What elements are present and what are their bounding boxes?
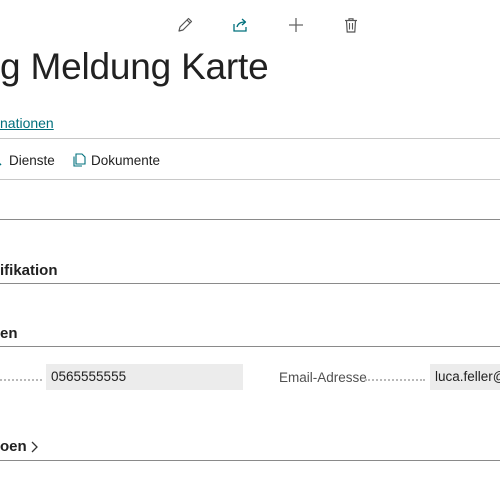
dokumente-label: Dokumente <box>91 152 161 168</box>
share-button[interactable] <box>229 14 251 36</box>
section-divider <box>0 219 500 220</box>
edit-button[interactable] <box>174 14 196 36</box>
dokumente-action[interactable]: Dokumente <box>73 150 160 170</box>
share-icon <box>233 18 247 32</box>
divider <box>0 179 500 180</box>
section-divider <box>0 346 500 347</box>
email-field[interactable]: luca.feller@ <box>430 364 500 390</box>
chevron-right-icon <box>31 441 38 452</box>
new-button[interactable] <box>285 14 307 36</box>
section-divider <box>0 283 500 284</box>
field-leader-dots <box>365 377 425 381</box>
information-link[interactable]: nationen <box>0 115 54 131</box>
section-identification-title[interactable]: ifikation <box>0 262 58 279</box>
dienste-label: Dienste <box>9 152 55 168</box>
pencil-edit-icon <box>178 17 193 32</box>
services-icon <box>0 162 2 166</box>
section-more-title: oen <box>0 438 27 455</box>
trash-icon <box>345 18 357 33</box>
card-page: g Meldung Karte nationen Dienste Dokumen… <box>0 0 500 488</box>
section-contact-title[interactable]: en <box>0 325 18 342</box>
document-icon <box>73 153 86 167</box>
plus-icon <box>289 18 303 32</box>
phone-field[interactable]: 0565555555 <box>46 364 243 390</box>
divider <box>0 138 500 139</box>
section-more-toggle[interactable]: oen <box>0 438 40 455</box>
dienste-action[interactable]: Dienste <box>0 150 55 170</box>
field-leader-dots <box>0 377 42 381</box>
section-divider <box>0 460 500 461</box>
delete-button[interactable] <box>340 14 362 36</box>
page-title: g Meldung Karte <box>0 46 269 87</box>
email-label: Email-Adresse <box>279 370 367 385</box>
